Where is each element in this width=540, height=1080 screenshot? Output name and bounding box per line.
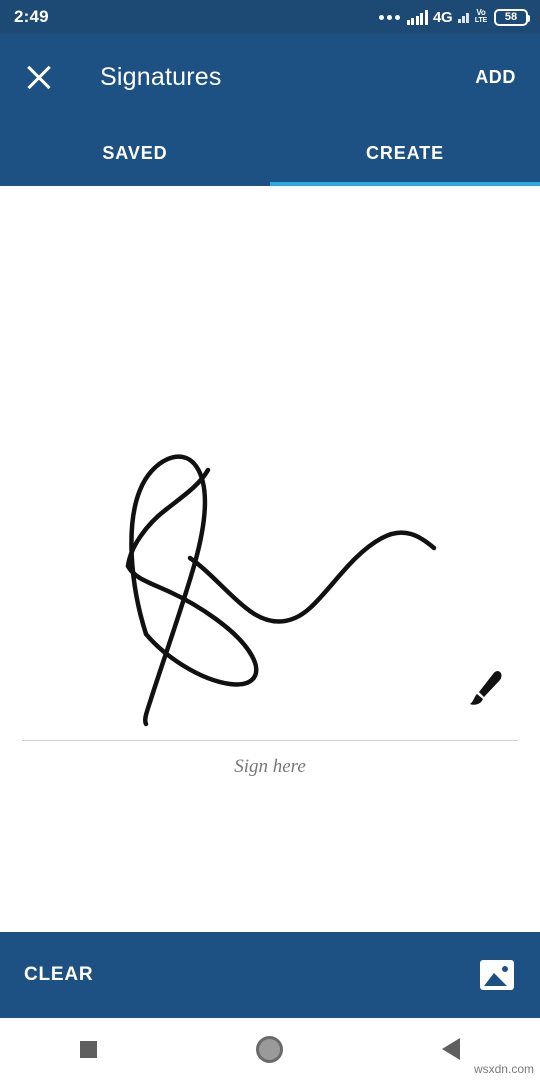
add-button[interactable]: ADD <box>473 61 518 94</box>
clear-button[interactable]: CLEAR <box>24 964 93 986</box>
signal-bars-secondary-icon <box>458 11 469 23</box>
status-time: 2:49 <box>14 7 49 26</box>
battery-icon: 58 <box>494 8 530 26</box>
volte-top-label: Vo <box>476 8 486 17</box>
volte-bottom-label: LTE <box>474 17 487 24</box>
circle-home-icon[interactable] <box>255 1035 283 1063</box>
status-bar: 2:49 4G Vo LTE 58 <box>0 0 540 34</box>
signature-canvas-area[interactable]: Sign here <box>0 186 540 932</box>
signature-drawing[interactable] <box>22 194 518 740</box>
signature-baseline <box>22 740 518 741</box>
signature-path-icon <box>125 454 437 727</box>
signal-bars-icon <box>406 9 428 25</box>
brush-icon[interactable] <box>462 666 506 710</box>
tab-create[interactable]: CREATE <box>270 120 540 186</box>
sign-here-hint: Sign here <box>234 756 306 777</box>
volte-icon: Vo LTE <box>475 9 487 25</box>
triangle-back-icon[interactable] <box>442 1038 461 1060</box>
image-icon[interactable] <box>480 960 514 990</box>
tab-saved[interactable]: SAVED <box>0 120 270 186</box>
network-type-label: 4G <box>432 8 453 26</box>
system-nav-bar: wsxdn.com <box>0 1018 540 1080</box>
bottom-action-bar: CLEAR <box>0 932 540 1018</box>
status-icons: 4G Vo LTE 58 <box>378 8 530 26</box>
close-icon[interactable] <box>22 60 56 94</box>
square-recents-icon[interactable] <box>79 1040 97 1058</box>
app-bar: Signatures ADD <box>0 34 540 120</box>
tab-bar: SAVED CREATE <box>0 120 540 186</box>
battery-level-label: 58 <box>504 10 518 23</box>
watermark: wsxdn.com <box>473 1062 534 1076</box>
more-dots-icon <box>378 14 400 20</box>
page-title: Signatures <box>100 62 222 91</box>
phone-screen: 2:49 4G Vo LTE 58 Signatures ADD SAVED C… <box>0 0 540 1080</box>
